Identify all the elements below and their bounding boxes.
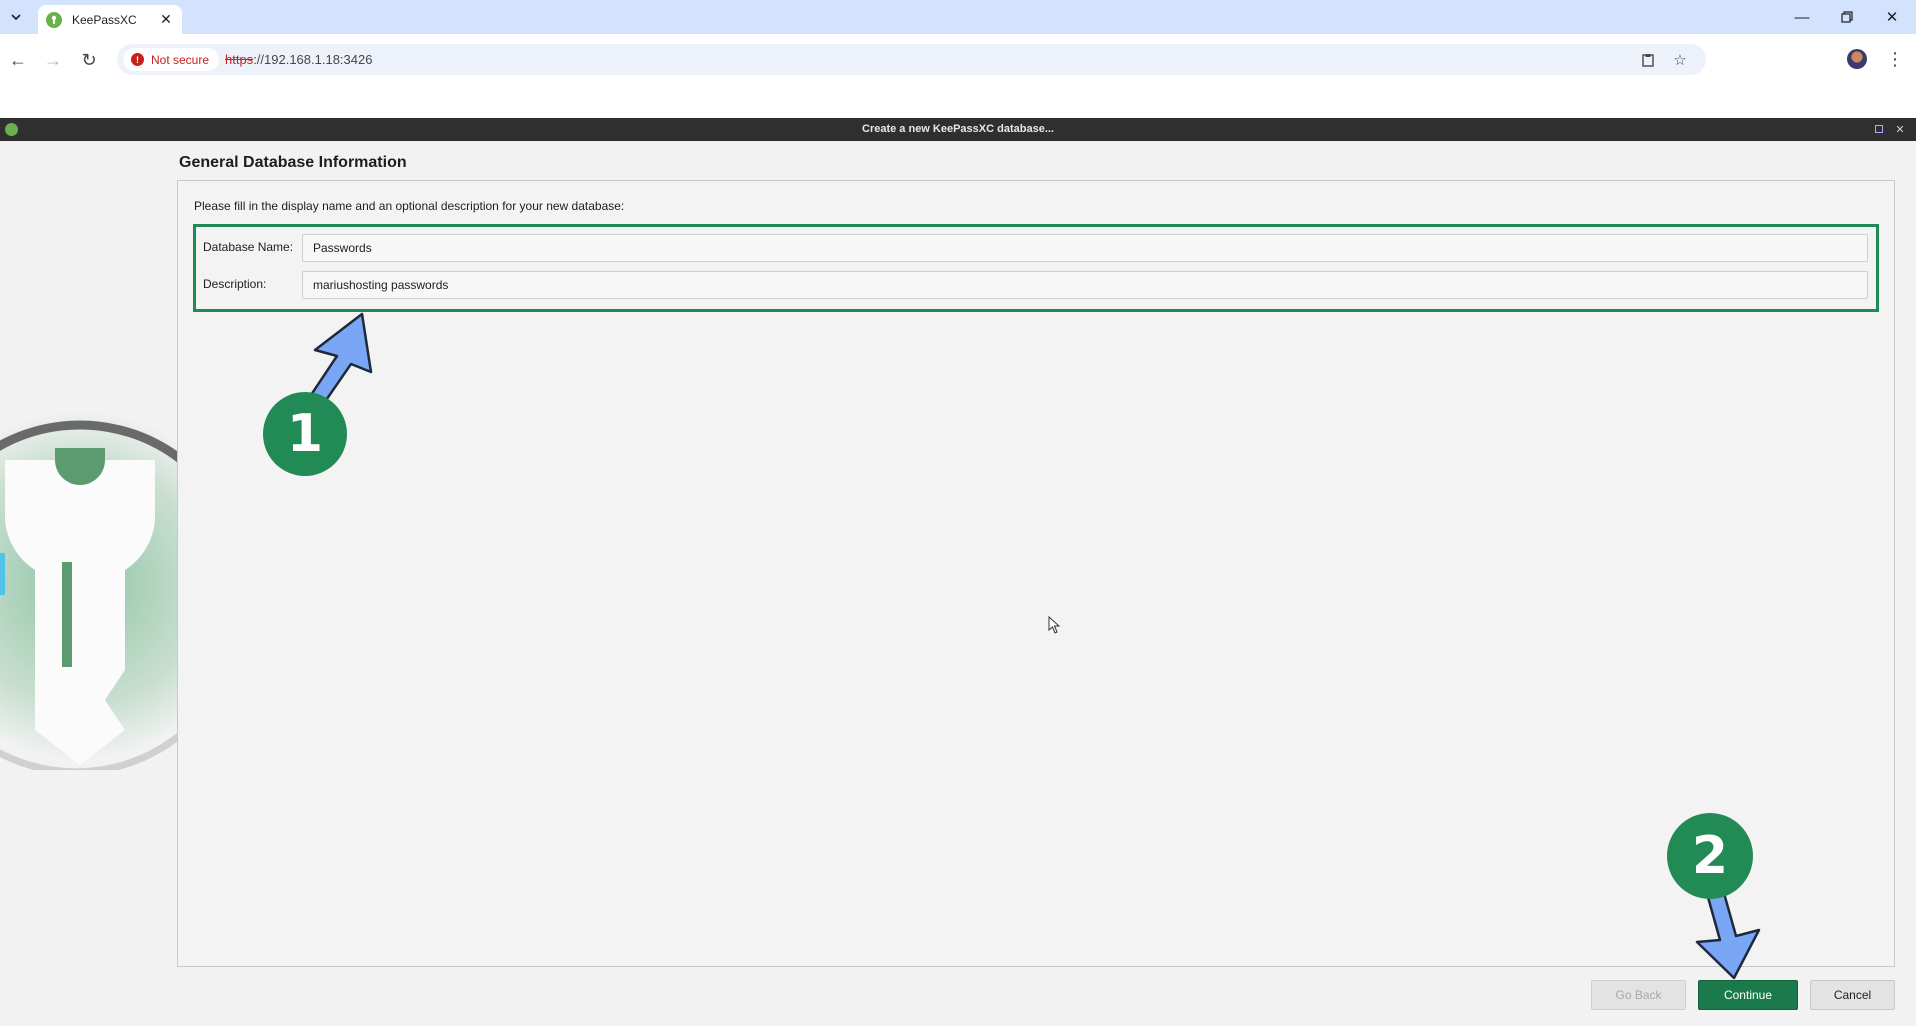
tab-close-icon[interactable]: ✕ [156, 10, 176, 30]
not-secure-warning-icon: ! [131, 53, 144, 66]
app-maximize-icon[interactable] [1872, 122, 1886, 136]
browser-toolbar: ← → ↻ ! Not secure https://192.168.1.18:… [0, 34, 1916, 84]
profile-avatar[interactable] [1847, 49, 1867, 69]
address-bar[interactable]: ! Not secure https://192.168.1.18:3426 ☆ [117, 44, 1706, 75]
page-title: General Database Information [179, 154, 407, 171]
url-text: https://192.168.1.18:3426 [225, 52, 372, 67]
browser-menu-icon[interactable]: ⋮ [1883, 47, 1907, 71]
database-name-input[interactable] [302, 234, 1868, 262]
url-scheme: https [225, 52, 254, 67]
security-chip[interactable]: ! Not secure [123, 48, 220, 71]
back-arrow-icon[interactable]: ← [5, 47, 31, 73]
database-name-label: Database Name: [203, 240, 294, 254]
url-host: ://192.168.1.18:3426 [253, 52, 373, 67]
forward-arrow-icon[interactable]: → [40, 47, 66, 73]
side-accent-bar [0, 553, 5, 595]
continue-button[interactable]: Continue [1698, 980, 1798, 1010]
screen: KeePassXC ✕ — ✕ ← → ↻ ! Not secure https… [0, 0, 1916, 1026]
description-input[interactable] [302, 271, 1868, 299]
browser-tab-keepassxc[interactable]: KeePassXC ✕ [38, 5, 182, 34]
app-titlebar: Create a new KeePassXC database... ✕ [0, 118, 1916, 141]
security-label: Not secure [151, 52, 210, 67]
instructions-text: Please fill in the display name and an o… [194, 199, 625, 213]
browser-tab-strip: KeePassXC ✕ — ✕ [0, 0, 1916, 34]
tab-search-chevron-icon[interactable] [4, 5, 28, 29]
tab-title: KeePassXC [72, 12, 137, 27]
bookmark-star-icon[interactable]: ☆ [1669, 49, 1691, 71]
description-label: Description: [203, 277, 267, 291]
keepassxc-favicon-icon [46, 11, 62, 28]
window-minimize-icon[interactable]: — [1782, 5, 1822, 29]
annotation-step-2-badge: 2 [1667, 813, 1753, 899]
window-restore-icon[interactable] [1827, 5, 1867, 29]
mouse-cursor-icon [1048, 616, 1061, 634]
go-back-button[interactable]: Go Back [1591, 980, 1686, 1010]
app-window-title: Create a new KeePassXC database... [862, 123, 1054, 135]
clipboard-icon[interactable] [1637, 49, 1659, 71]
reload-icon[interactable]: ↻ [76, 47, 102, 73]
annotation-step-1-badge: 1 [263, 392, 347, 476]
app-close-icon[interactable]: ✕ [1893, 122, 1907, 136]
window-close-icon[interactable]: ✕ [1872, 5, 1912, 29]
cancel-button[interactable]: Cancel [1810, 980, 1895, 1010]
